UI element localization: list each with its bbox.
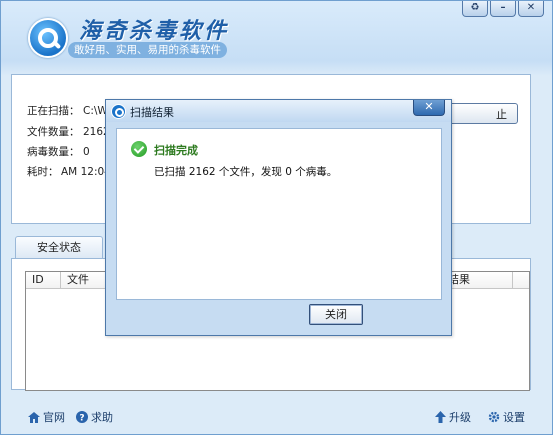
virus-value: 0 bbox=[83, 146, 90, 158]
app-slogan: 敢好用、实用、易用的杀毒软件 bbox=[68, 42, 227, 58]
home-link[interactable]: 官网 bbox=[28, 409, 65, 425]
gear-icon bbox=[488, 411, 500, 423]
svg-text:?: ? bbox=[79, 414, 84, 424]
settings-label: 设置 bbox=[503, 411, 525, 424]
dialog-body: 扫描完成 已扫描 2162 个文件，发现 0 个病毒。 bbox=[116, 128, 442, 300]
files-label: 文件数量： bbox=[27, 126, 80, 138]
scanning-label: 正在扫描： bbox=[27, 105, 80, 117]
dialog-heading: 扫描完成 bbox=[154, 144, 198, 157]
upgrade-arrow-icon bbox=[435, 411, 446, 423]
tab-security-status[interactable]: 安全状态 bbox=[15, 236, 103, 259]
app-title: 海奇杀毒软件 bbox=[79, 18, 230, 44]
time-label: 耗时： bbox=[27, 166, 59, 178]
home-label: 官网 bbox=[43, 411, 65, 424]
close-button[interactable]: ✕ bbox=[518, 1, 544, 17]
minimize-button[interactable]: – bbox=[490, 1, 516, 17]
skin-icon: ♻ bbox=[470, 2, 480, 13]
scanning-row: 正在扫描： C:\W bbox=[27, 103, 108, 118]
settings-link[interactable]: 设置 bbox=[488, 409, 525, 425]
virus-row: 病毒数量： 0 bbox=[27, 144, 90, 159]
close-icon: ✕ bbox=[526, 2, 536, 13]
upgrade-label: 升级 bbox=[449, 411, 471, 424]
upgrade-link[interactable]: 升级 bbox=[435, 409, 471, 425]
dialog-close-button[interactable]: ✕ bbox=[413, 100, 445, 116]
minimize-icon: – bbox=[500, 2, 506, 13]
scan-result-dialog: 扫描结果 ✕ 扫描完成 已扫描 2162 个文件，发现 0 个病毒。 关闭 bbox=[105, 99, 452, 336]
dialog-ok-button[interactable]: 关闭 bbox=[309, 304, 363, 325]
help-label: 求助 bbox=[91, 411, 113, 424]
window-controls: ♻ – ✕ bbox=[462, 1, 544, 17]
check-icon bbox=[131, 141, 147, 157]
close-icon: ✕ bbox=[424, 100, 434, 113]
home-icon bbox=[28, 411, 40, 423]
time-row: 耗时： AM 12:04: bbox=[27, 164, 114, 179]
skin-button[interactable]: ♻ bbox=[462, 1, 488, 17]
files-row: 文件数量： 2162 bbox=[27, 124, 110, 139]
stop-button[interactable]: 止 bbox=[442, 103, 518, 124]
help-link[interactable]: ? 求助 bbox=[76, 409, 113, 425]
main-window: 海奇杀毒软件 敢好用、实用、易用的杀毒软件 ♻ – ✕ 正在扫描： C:\W 文件… bbox=[0, 0, 553, 435]
app-logo-icon bbox=[28, 18, 68, 58]
app-small-icon bbox=[111, 104, 126, 119]
dialog-message: 已扫描 2162 个文件，发现 0 个病毒。 bbox=[154, 166, 338, 178]
help-icon: ? bbox=[76, 411, 88, 423]
dialog-title: 扫描结果 bbox=[130, 106, 174, 119]
column-id[interactable]: ID bbox=[26, 272, 61, 288]
virus-label: 病毒数量： bbox=[27, 146, 80, 158]
dialog-titlebar[interactable]: 扫描结果 ✕ bbox=[106, 100, 451, 122]
